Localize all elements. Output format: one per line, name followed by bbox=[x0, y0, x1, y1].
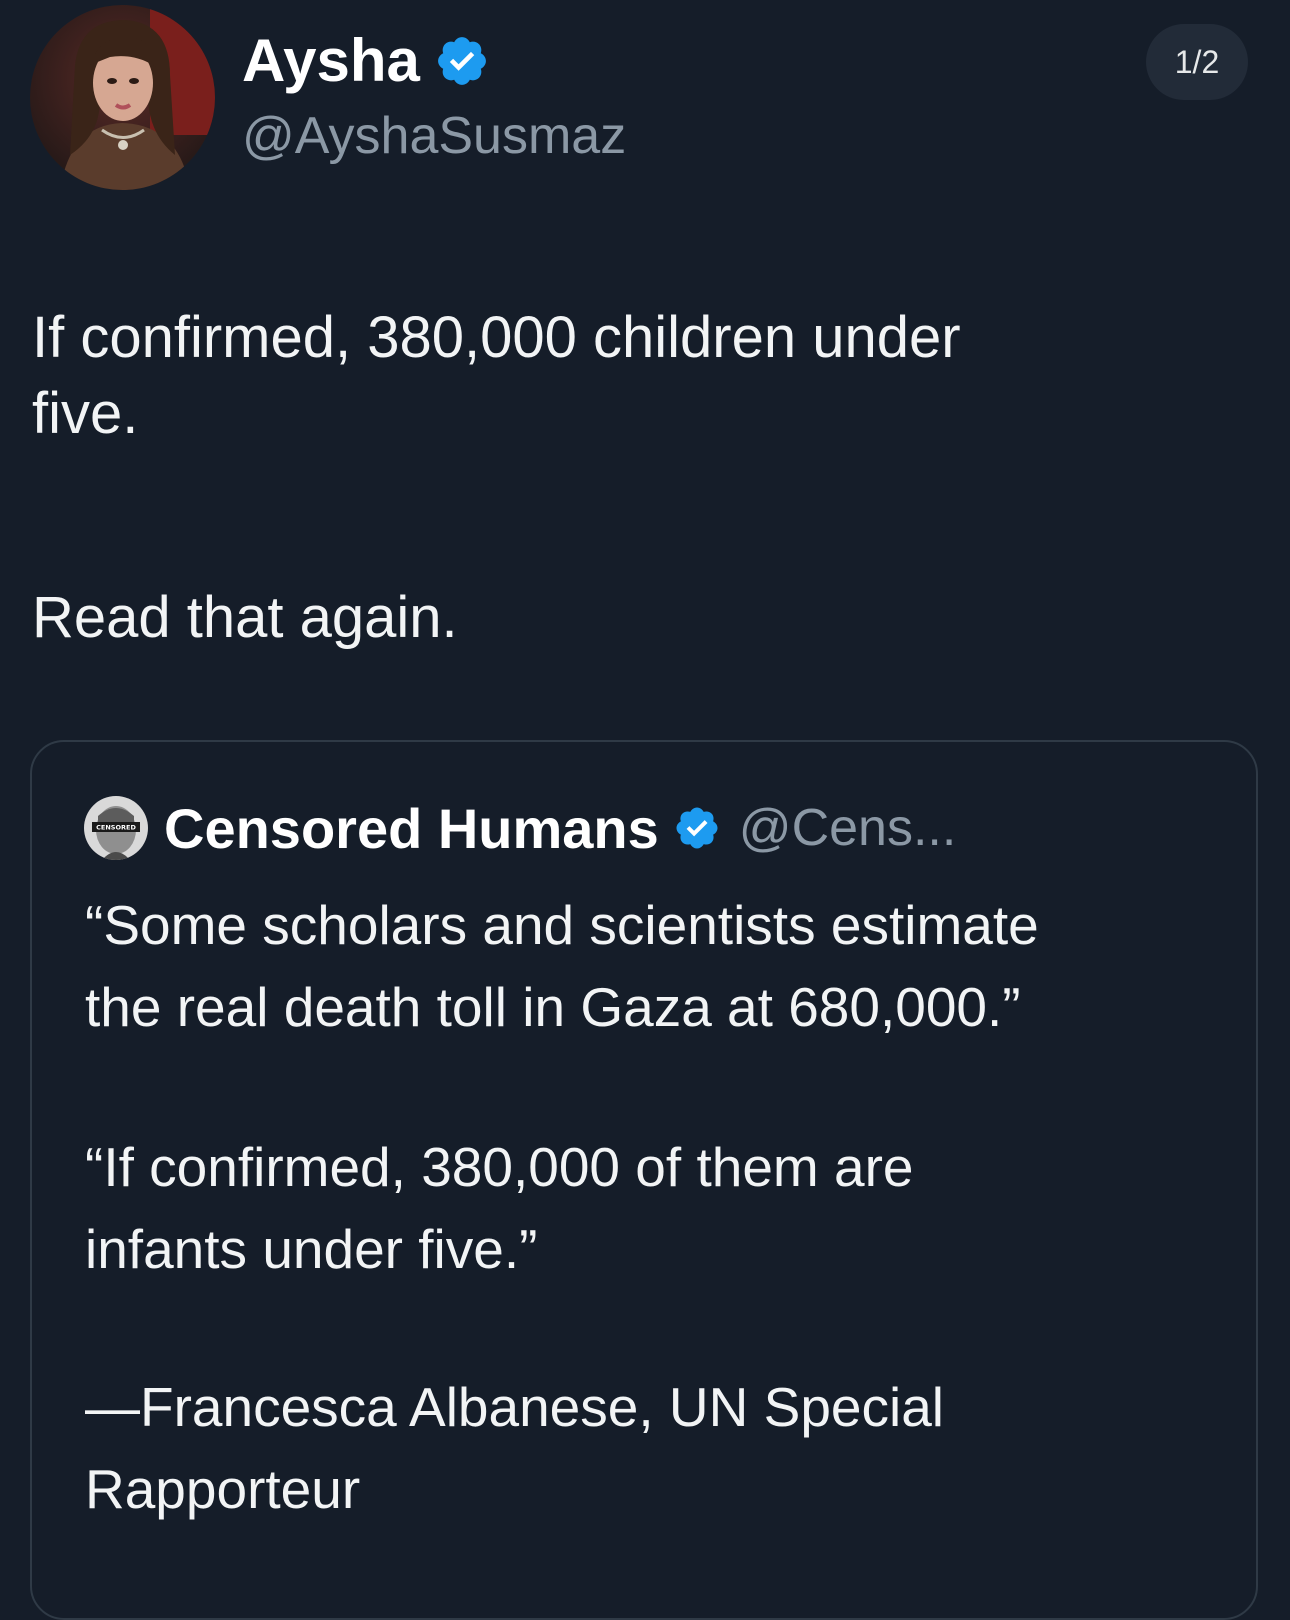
verified-badge-icon bbox=[673, 804, 721, 852]
tweet-text-line: If confirmed, 380,000 children under bbox=[32, 305, 961, 370]
verified-badge-icon bbox=[434, 33, 490, 89]
quoted-text-line: the real death toll in Gaza at 680,000.” bbox=[85, 976, 1021, 1038]
media-counter-badge: 1/2 bbox=[1146, 24, 1248, 100]
tweet-text-line: five. bbox=[32, 381, 139, 446]
quoted-author-avatar[interactable]: CENSORED bbox=[84, 796, 148, 860]
quoted-author-row[interactable]: Censored Humans @Cens... bbox=[164, 793, 956, 863]
quoted-text-line: Rapporteur bbox=[85, 1458, 361, 1520]
quoted-text-line: infants under five.” bbox=[85, 1218, 538, 1280]
quoted-author-name[interactable]: Censored Humans bbox=[164, 796, 659, 861]
quoted-author-handle[interactable]: @Cens... bbox=[739, 798, 957, 858]
author-name[interactable]: Aysha bbox=[242, 26, 420, 96]
tweet-text-line: Read that again. bbox=[32, 585, 458, 650]
author-handle[interactable]: @AyshaSusmaz bbox=[242, 104, 626, 168]
quoted-text-line: “If confirmed, 380,000 of them are bbox=[85, 1136, 914, 1198]
quoted-text-line: “Some scholars and scientists estimate bbox=[85, 894, 1039, 956]
author-name-row[interactable]: Aysha bbox=[242, 26, 490, 96]
author-avatar[interactable] bbox=[30, 5, 215, 190]
quoted-text-line: —Francesca Albanese, UN Special bbox=[85, 1376, 945, 1438]
censored-label: CENSORED bbox=[96, 824, 136, 832]
